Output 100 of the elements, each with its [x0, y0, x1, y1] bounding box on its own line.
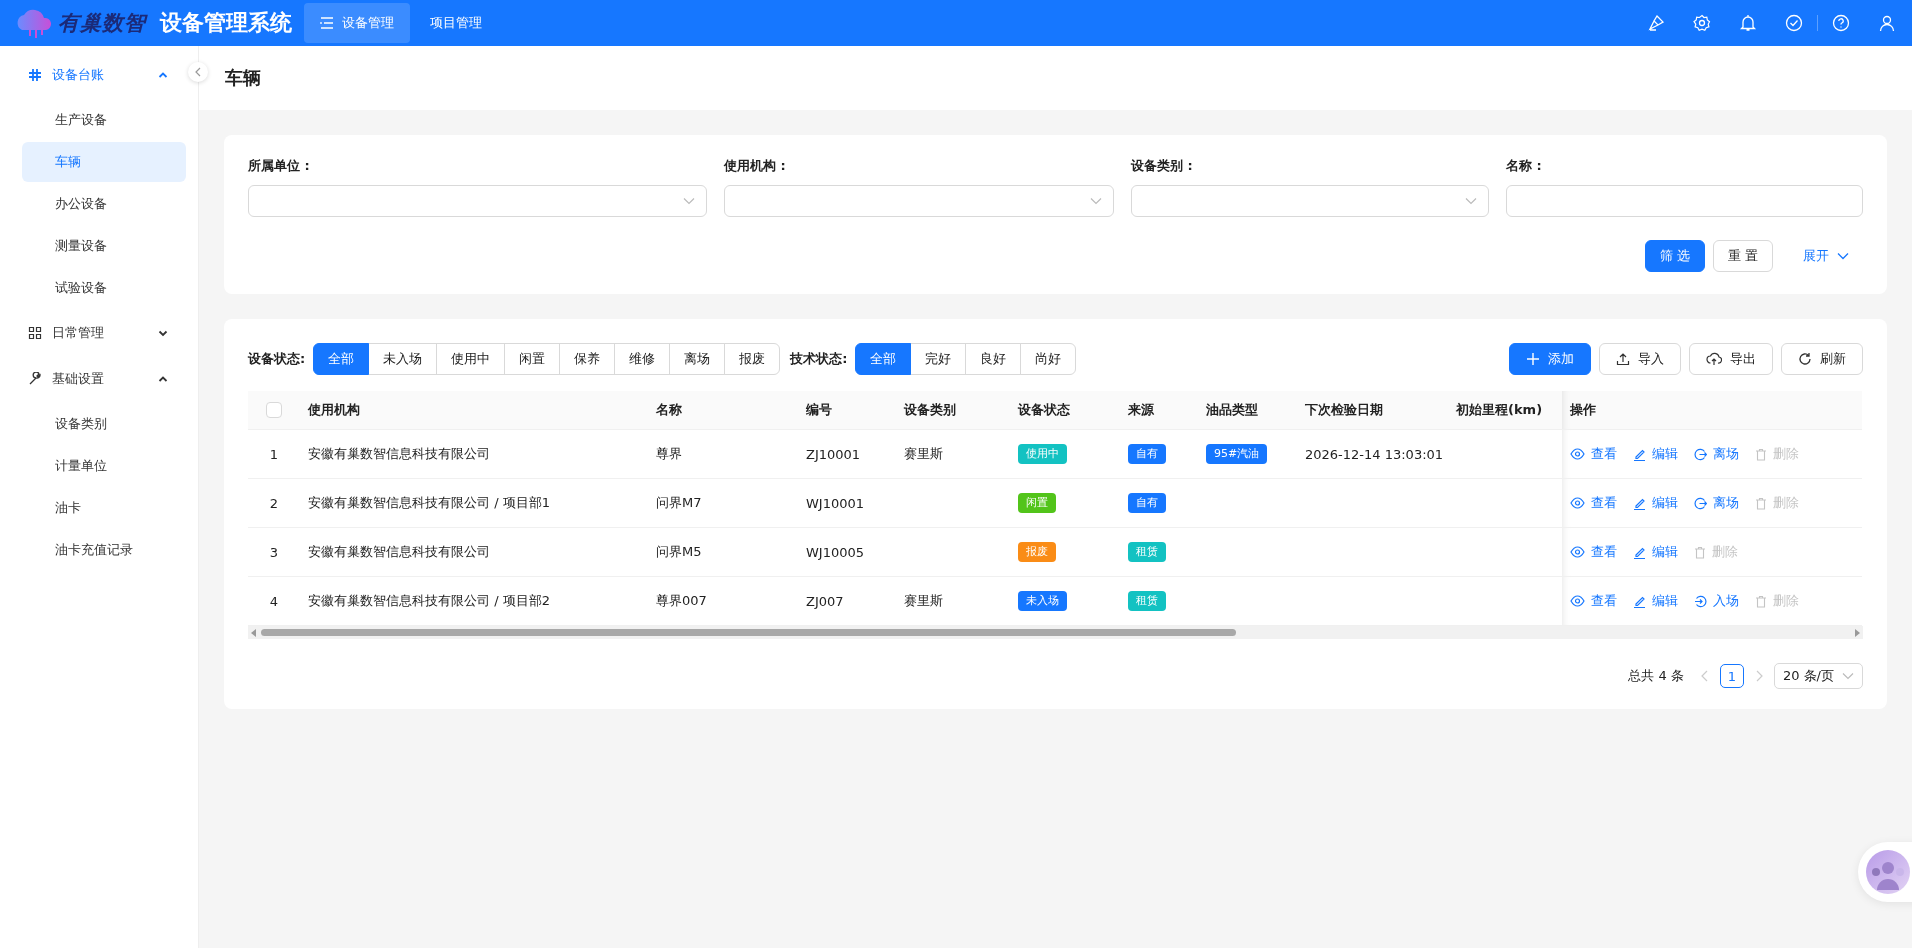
segment-option[interactable]: 完好 [910, 343, 967, 375]
sidebar-item[interactable]: 办公设备 [22, 184, 186, 224]
page-size-select[interactable]: 20 条/页 [1773, 663, 1863, 689]
table-cell: 安徽有巢数智信息科技有限公司 / 项目部1 [300, 478, 648, 528]
trash-icon [1755, 594, 1767, 608]
segment-option[interactable]: 闲置 [504, 343, 561, 375]
previous-page-icon[interactable] [1699, 670, 1710, 682]
status-tag: 报废 [1018, 542, 1056, 562]
column-header: 名称 [648, 391, 798, 430]
column-header: 来源 [1120, 391, 1198, 430]
pencil-icon [1633, 447, 1646, 461]
expand-link[interactable]: 展开 [1789, 240, 1863, 272]
import-button[interactable]: 导入 [1599, 343, 1681, 375]
page-title: 车辆 [225, 66, 261, 90]
sidebar-item[interactable]: 试验设备 [22, 268, 186, 308]
segment-option[interactable]: 未入场 [368, 343, 438, 375]
brush-icon[interactable] [1647, 14, 1665, 32]
pencil-icon [1633, 594, 1646, 608]
filter-label: 设备类别 : [1131, 157, 1194, 175]
export-button[interactable]: 导出 [1689, 343, 1773, 375]
trash-icon [1755, 447, 1767, 461]
segment-option[interactable]: 良好 [965, 343, 1022, 375]
nav-tab[interactable]: 项目管理 [414, 3, 498, 43]
pencil-icon [1633, 496, 1646, 510]
segment-option[interactable]: 离场 [669, 343, 726, 375]
view-link[interactable]: 查看 [1570, 445, 1617, 463]
scroll-right-icon[interactable] [1854, 628, 1860, 637]
select-field[interactable] [724, 185, 1114, 217]
sidebar-item[interactable]: 车辆 [22, 142, 186, 182]
sidebar-group[interactable]: 设备台账 [0, 52, 198, 98]
sidebar-group[interactable]: 基础设置 [0, 356, 198, 402]
chevron-down-icon [1842, 672, 1854, 680]
segment-option[interactable]: 全部 [313, 343, 370, 375]
eye-icon [1570, 595, 1585, 607]
sidebar-item[interactable]: 测量设备 [22, 226, 186, 266]
refresh-button[interactable]: 刷新 [1781, 343, 1863, 375]
add-button[interactable]: 添加 [1509, 343, 1591, 375]
wrench-icon [28, 372, 42, 386]
edit-link[interactable]: 编辑 [1633, 592, 1678, 610]
segment-option[interactable]: 维修 [614, 343, 671, 375]
edit-link[interactable]: 编辑 [1633, 494, 1678, 512]
edit-link[interactable]: 编辑 [1633, 543, 1678, 561]
collapse-button[interactable] [188, 62, 208, 82]
table-cell: 赛里斯 [896, 576, 1010, 626]
reset-button[interactable]: 重 置 [1712, 240, 1773, 272]
sidebar-item[interactable]: 油卡充值记录 [22, 530, 186, 570]
trash-icon [1694, 545, 1706, 559]
table-cell: 安徽有巢数智信息科技有限公司 / 项目部2 [300, 576, 648, 626]
plus-icon [1526, 352, 1540, 366]
trash-icon [1755, 496, 1767, 510]
table-icon [28, 326, 42, 340]
source-tag: 租赁 [1128, 591, 1166, 611]
filter-label: 技术状态: [790, 350, 848, 368]
source-tag: 自有 [1128, 444, 1166, 464]
chevron-down-icon [1837, 252, 1849, 260]
pencil-icon [1633, 545, 1646, 559]
select-field[interactable] [248, 185, 707, 217]
chat-widget[interactable] [1858, 842, 1912, 902]
page-number[interactable]: 1 [1719, 664, 1744, 688]
help-icon[interactable] [1832, 14, 1850, 32]
chevron-down-icon [1465, 197, 1477, 205]
column-header: 下次检验日期 [1297, 391, 1448, 430]
sidebar-item[interactable]: 计量单位 [22, 446, 186, 486]
enter-link[interactable]: 入场 [1694, 592, 1739, 610]
scroll-left-icon[interactable] [251, 628, 257, 637]
enter-icon [1694, 594, 1707, 608]
horizontal-scrollbar[interactable] [248, 626, 1863, 639]
input-field[interactable] [1506, 185, 1863, 217]
chevron-up-icon [158, 70, 168, 80]
sidebar-item[interactable]: 生产设备 [22, 100, 186, 140]
segment-option[interactable]: 尚好 [1020, 343, 1077, 375]
user-icon[interactable] [1878, 14, 1896, 32]
segment-option[interactable]: 使用中 [436, 343, 506, 375]
segment-option[interactable]: 保养 [559, 343, 616, 375]
status-tag: 闲置 [1018, 493, 1056, 513]
chevron-down-icon [158, 328, 168, 338]
sidebar-group[interactable]: 日常管理 [0, 310, 198, 356]
leave-link[interactable]: 离场 [1694, 494, 1739, 512]
sidebar-item[interactable]: 油卡 [22, 488, 186, 528]
view-link[interactable]: 查看 [1570, 494, 1617, 512]
leave-link[interactable]: 离场 [1694, 445, 1739, 463]
select-field[interactable] [1131, 185, 1489, 217]
check-circle-icon[interactable] [1785, 14, 1803, 32]
filter-button[interactable]: 筛 选 [1644, 240, 1705, 272]
settings-icon[interactable] [1693, 14, 1711, 32]
table-cell: WJ10005 [798, 527, 896, 577]
table-cell: 安徽有巢数智信息科技有限公司 [300, 527, 648, 577]
exit-icon [1694, 496, 1707, 510]
column-header: 操作 [1562, 391, 1862, 430]
view-link[interactable]: 查看 [1570, 592, 1617, 610]
edit-link[interactable]: 编辑 [1633, 445, 1678, 463]
filter-label: 设备状态: [248, 350, 306, 368]
segment-option[interactable]: 全部 [855, 343, 912, 375]
bell-icon[interactable] [1739, 14, 1757, 32]
column-header: 设备类别 [896, 391, 1010, 430]
segment-option[interactable]: 报废 [724, 343, 781, 375]
sidebar-item[interactable]: 设备类别 [22, 404, 186, 444]
view-link[interactable]: 查看 [1570, 543, 1617, 561]
row-number: 4 [248, 576, 300, 626]
select-all-checkbox[interactable] [266, 402, 282, 419]
